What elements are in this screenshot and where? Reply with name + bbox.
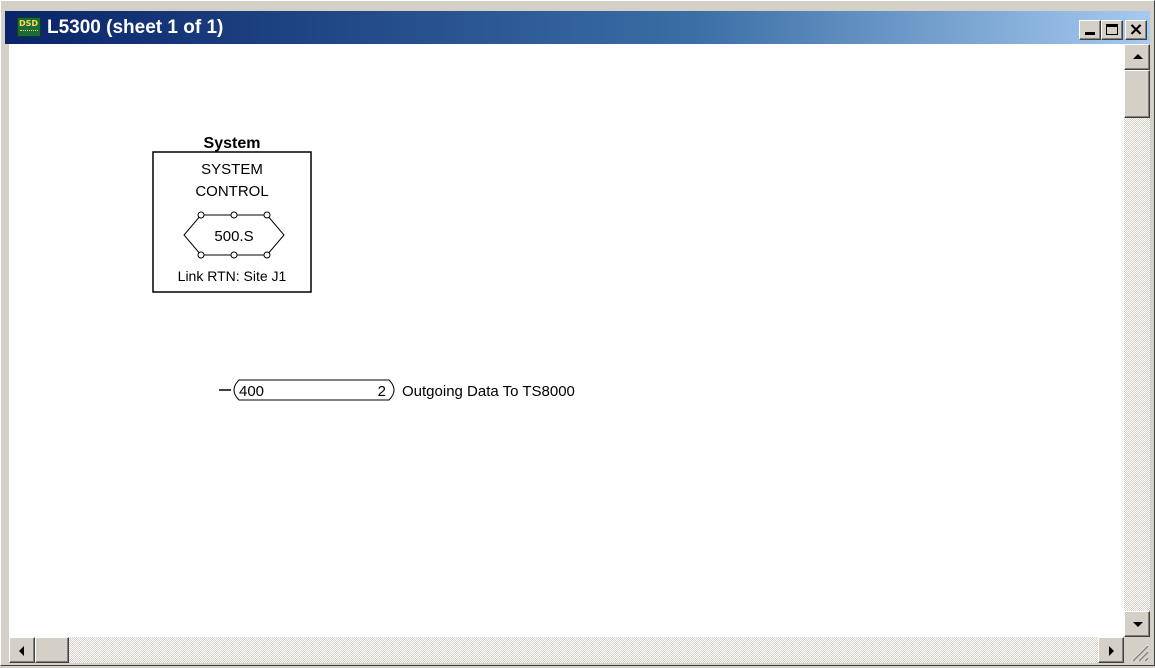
- link-id-label: 500.S: [214, 228, 253, 245]
- system-block-footer: Link RTN: Site J1: [178, 268, 287, 284]
- outgoing-connector[interactable]: 400 2 Outgoing Data To TS8000: [219, 379, 575, 401]
- maximize-icon: [1106, 24, 1118, 35]
- arrow-up-icon: [1133, 54, 1143, 59]
- close-icon: ×: [1128, 19, 1144, 40]
- link-node: [263, 251, 271, 259]
- app-icon-wave: [20, 30, 38, 34]
- system-block-heading: System: [204, 135, 261, 152]
- resize-grip[interactable]: [1124, 637, 1150, 663]
- scroll-down-button[interactable]: [1124, 611, 1150, 637]
- scroll-up-button[interactable]: [1124, 44, 1150, 70]
- scroll-left-button[interactable]: [9, 637, 35, 663]
- dsd-app-icon[interactable]: DSD: [17, 17, 41, 37]
- resize-grip-icon: [1131, 644, 1149, 662]
- link-node: [263, 211, 271, 219]
- vertical-scroll-thumb[interactable]: [1124, 70, 1150, 118]
- link-node: [230, 211, 238, 219]
- link-node: [230, 251, 238, 259]
- drawing-window: DSD L5300 (sheet 1 of 1) × System SYSTEM…: [0, 0, 1155, 666]
- system-block-line2: CONTROL: [195, 183, 268, 200]
- horizontal-scroll-thumb[interactable]: [35, 637, 69, 663]
- connector-description: Outgoing Data To TS8000: [402, 383, 575, 400]
- link-node: [197, 251, 205, 259]
- drawing-canvas[interactable]: System SYSTEM CONTROL 500.S Link RTN: Si…: [9, 44, 1124, 637]
- vertical-scrollbar[interactable]: [1124, 44, 1150, 637]
- arrow-left-icon: [19, 646, 24, 656]
- horizontal-scrollbar[interactable]: [9, 637, 1124, 663]
- maximize-button[interactable]: [1101, 20, 1123, 40]
- minimize-icon: [1085, 32, 1095, 35]
- arrow-down-icon: [1133, 622, 1143, 627]
- schematic-svg: System SYSTEM CONTROL 500.S Link RTN: Si…: [152, 135, 575, 401]
- window-title: L5300 (sheet 1 of 1): [47, 17, 224, 38]
- connector-pin: 2: [378, 383, 386, 400]
- close-button[interactable]: ×: [1125, 19, 1147, 40]
- app-icon-label: DSD: [19, 19, 39, 28]
- scroll-right-button[interactable]: [1098, 637, 1124, 663]
- minimize-button[interactable]: [1079, 20, 1101, 40]
- arrow-right-icon: [1109, 646, 1114, 656]
- title-bar[interactable]: DSD L5300 (sheet 1 of 1) ×: [5, 11, 1150, 44]
- system-block-line1: SYSTEM: [201, 161, 263, 178]
- link-node: [197, 211, 205, 219]
- connector-id: 400: [239, 383, 264, 400]
